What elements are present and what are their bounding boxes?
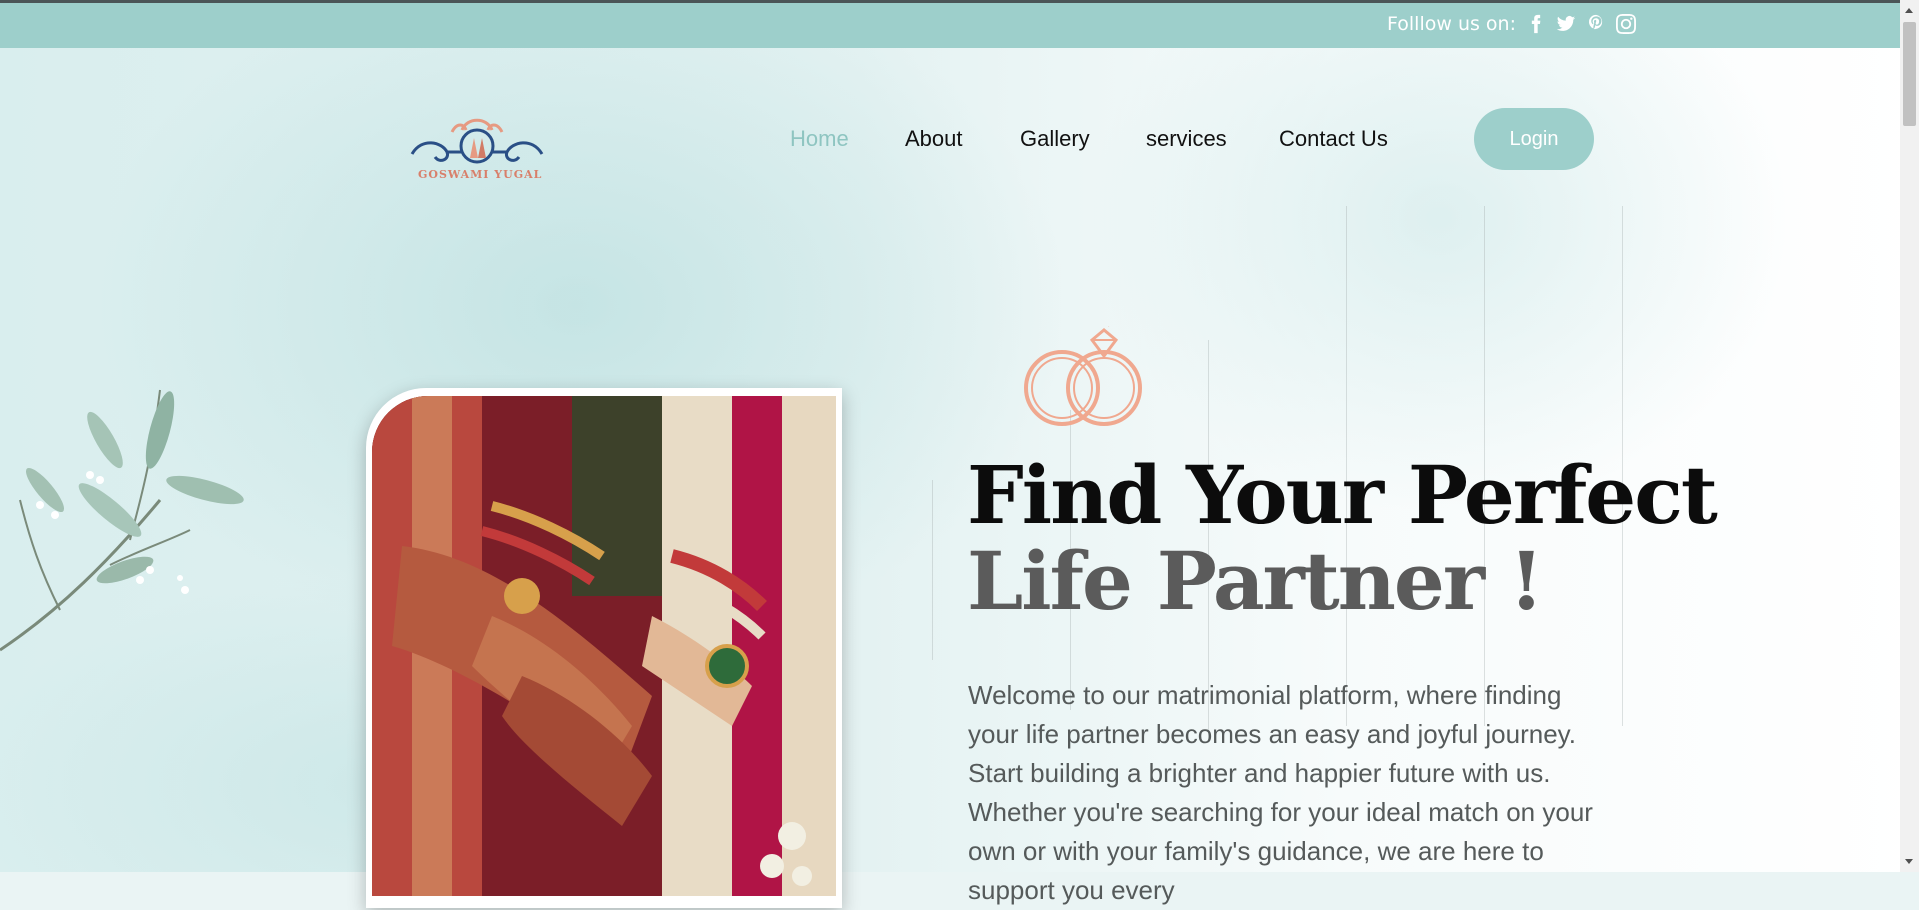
top-social-bar: Folllow us on:: [0, 0, 1900, 48]
scroll-down-arrow-icon[interactable]: [1905, 859, 1913, 864]
pinterest-icon[interactable]: [1586, 13, 1606, 35]
nav-services[interactable]: services: [1146, 126, 1227, 152]
hero-title-line1: Find Your Perfect: [967, 448, 1718, 542]
decor-line: [932, 480, 933, 660]
nav-about[interactable]: About: [905, 126, 963, 152]
scrollbar-thumb[interactable]: [1903, 22, 1916, 126]
logo-text: GOSWAMI YUGAL: [418, 168, 543, 181]
logo-emblem-icon: [410, 118, 544, 164]
hero-title-line2: Life Partner !: [967, 534, 1544, 628]
hero-photo: [372, 396, 836, 896]
facebook-icon[interactable]: [1526, 13, 1546, 35]
site-logo[interactable]: GOSWAMI YUGAL: [402, 112, 552, 186]
nav-contact-us[interactable]: Contact Us: [1279, 126, 1388, 152]
nav-gallery[interactable]: Gallery: [1020, 126, 1090, 152]
twitter-icon[interactable]: [1556, 13, 1576, 35]
instagram-icon[interactable]: [1616, 13, 1636, 35]
hero-paragraph: Welcome to our matrimonial platform, whe…: [968, 680, 1593, 905]
hero-title: Find Your Perfect Life Partner !: [967, 452, 1718, 628]
scroll-up-arrow-icon[interactable]: [1905, 8, 1913, 13]
follow-label: Folllow us on:: [1387, 13, 1516, 35]
page-scrollbar[interactable]: [1900, 0, 1919, 872]
login-button[interactable]: Login: [1474, 108, 1594, 170]
wedding-rings-icon: [1024, 326, 1142, 426]
leaf-branch-icon: [0, 389, 244, 652]
nav-home[interactable]: Home: [790, 126, 849, 152]
follow-us: Folllow us on:: [1387, 13, 1636, 35]
